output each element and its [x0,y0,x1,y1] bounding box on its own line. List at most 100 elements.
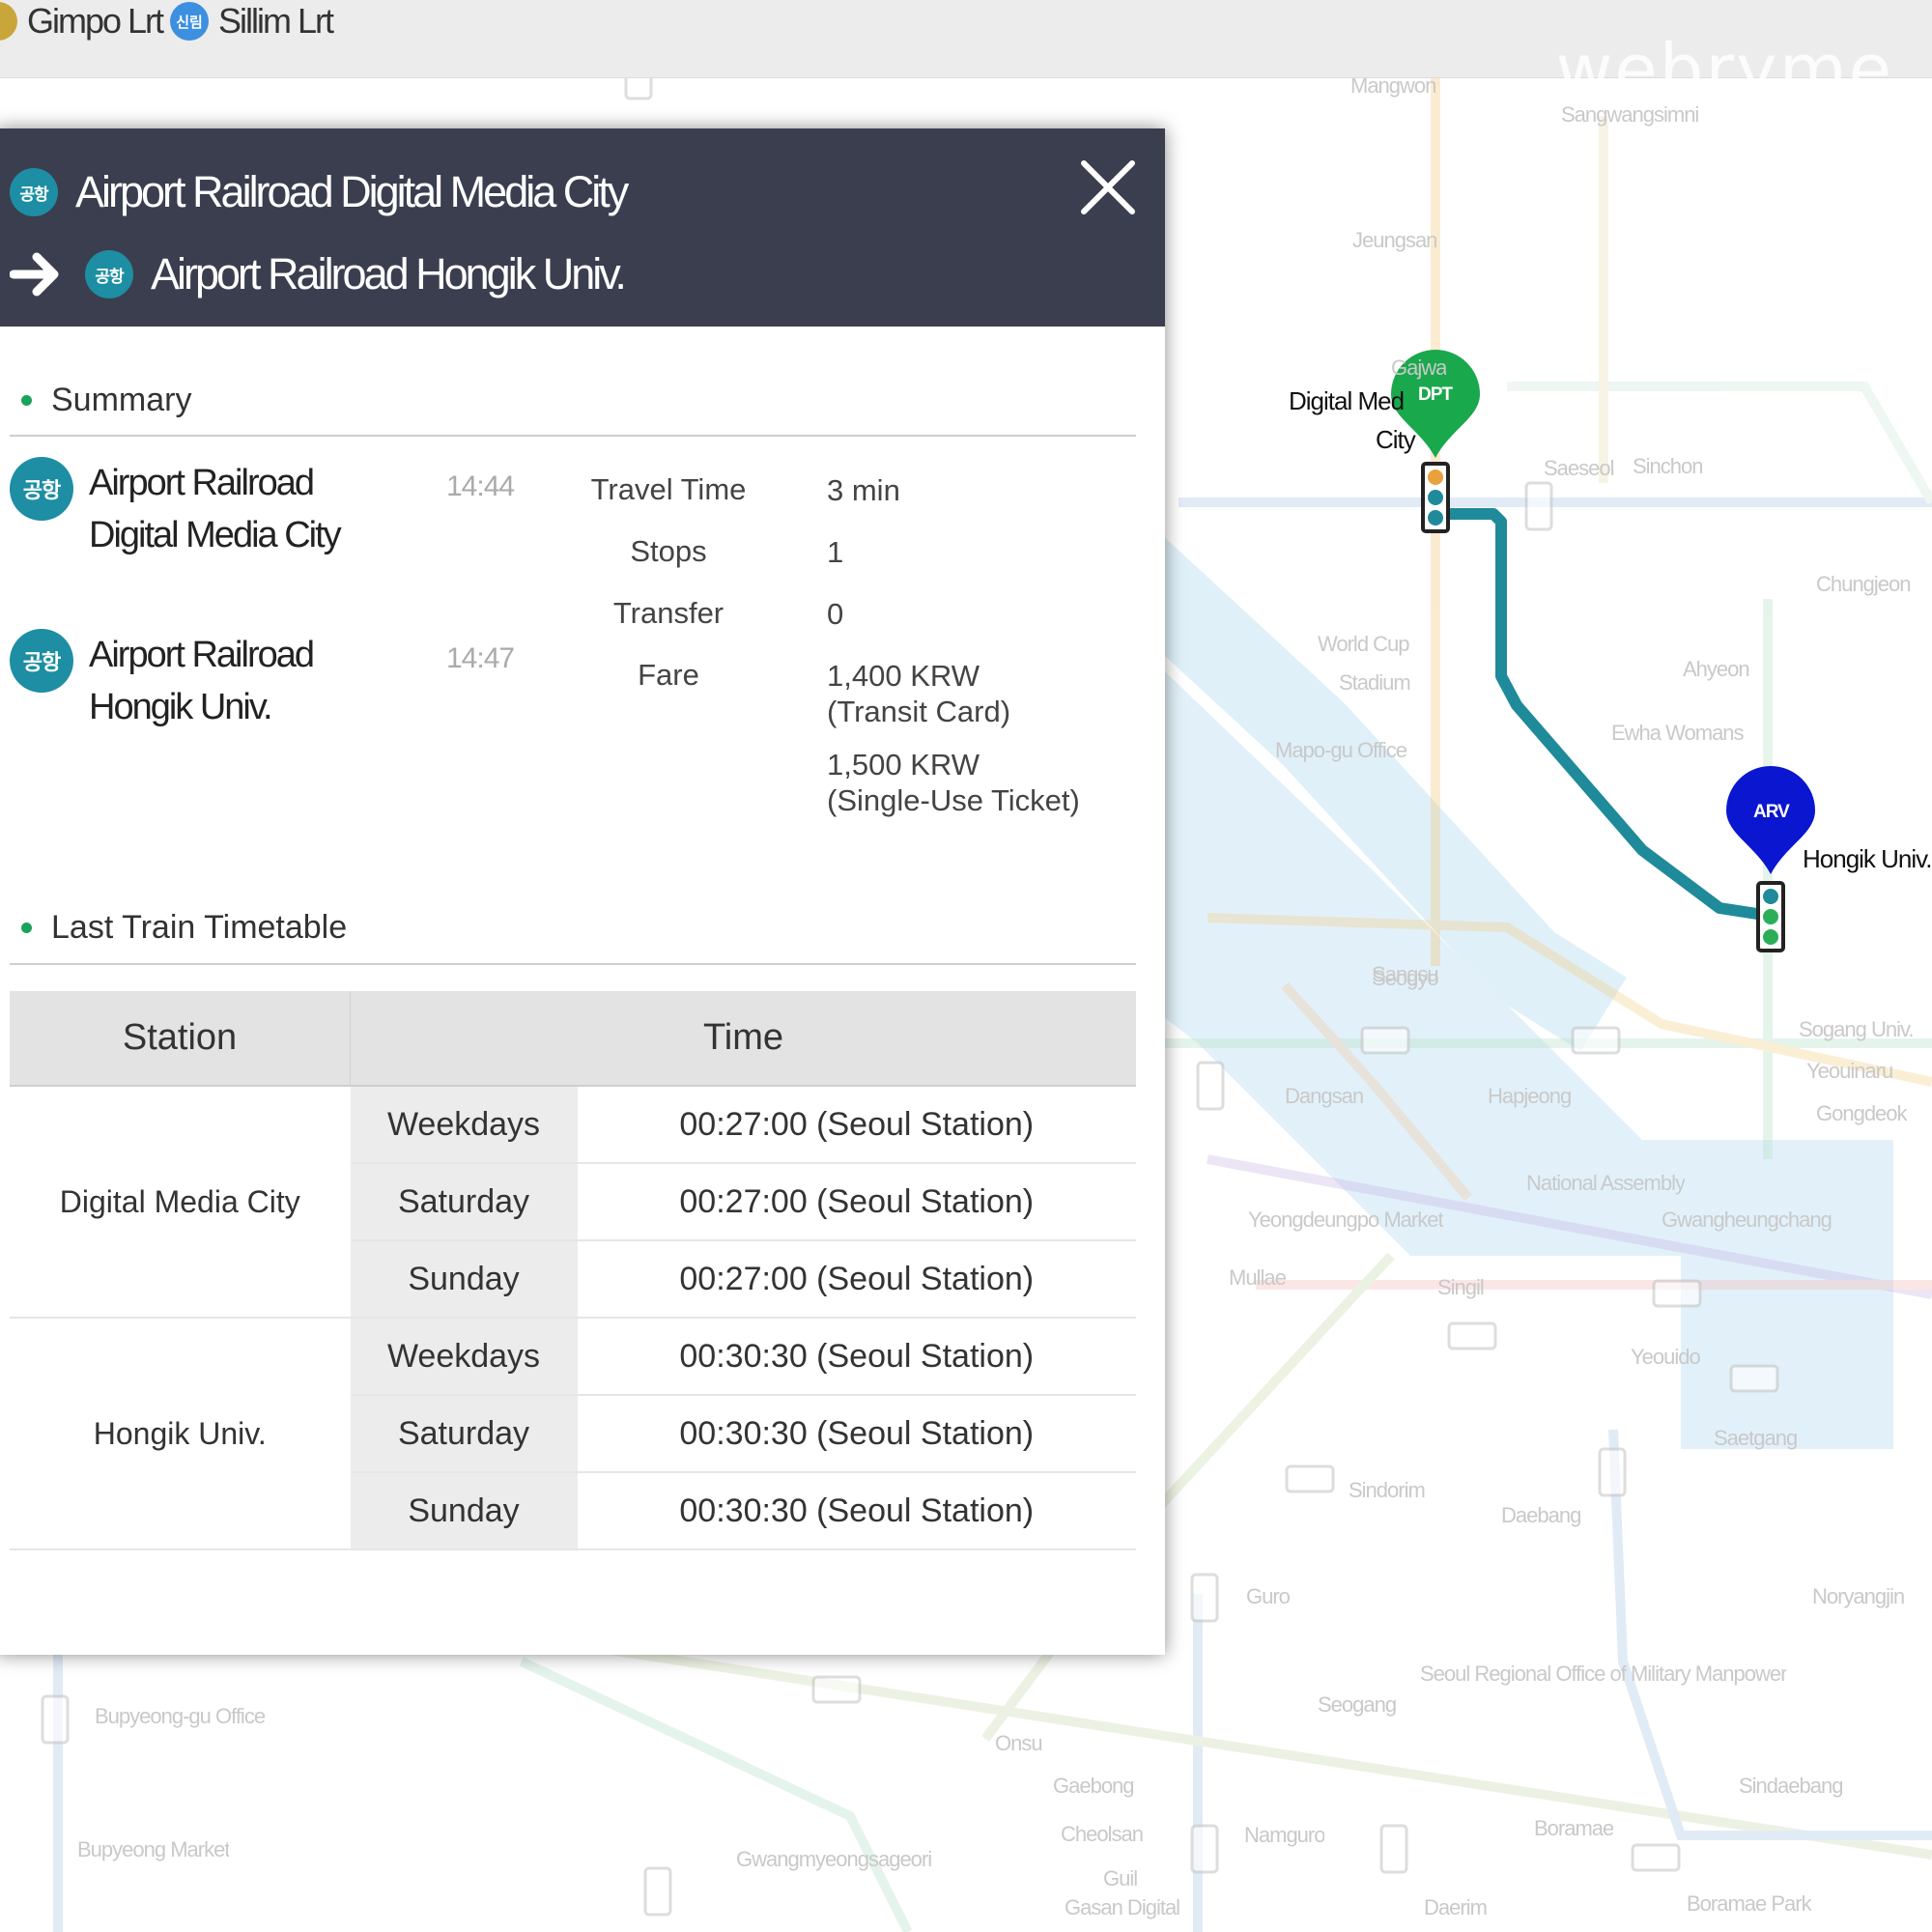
map-station-label[interactable]: Gajwa [1391,355,1446,381]
map-station-label[interactable]: Singil [1437,1275,1484,1300]
map-station-label[interactable]: Saetgang [1714,1426,1797,1451]
map-station-label[interactable]: Gasan Digital [1065,1895,1179,1920]
map-station-label[interactable]: Sindaebang [1739,1774,1842,1799]
legend-label: Sillim Lrt [218,1,334,41]
table-header-row: Station Time [10,991,1136,1087]
map-station-label[interactable]: Bupyeong Market [77,1837,229,1862]
summary-divider [10,435,1136,437]
map-station-label[interactable]: Guro [1246,1584,1290,1609]
legend-label: Gimpo Lrt [27,1,164,41]
map-station-label[interactable]: Mullae [1229,1265,1286,1291]
map-station-label[interactable]: Ahyeon [1683,657,1749,682]
day-cell: Weekdays [350,1318,578,1396]
column-header-time: Time [350,991,1136,1087]
departure-pin-text: DPT [1418,384,1453,405]
map-station-label[interactable]: Seoul Regional Office of Military Manpow… [1420,1662,1786,1687]
gimpo-lrt-icon [0,2,17,41]
map-station-label[interactable]: Sogang Univ. [1799,1017,1913,1042]
fare-transit-card-note: (Transit Card) [827,695,1011,728]
arrival-time: 14:47 [446,642,515,674]
day-cell: Saturday [350,1163,578,1241]
station-name: Hongik Univ. [89,687,273,727]
airport-railroad-icon: 공항 [10,629,73,693]
map-station-label[interactable]: Yeongdeungpo Market [1248,1208,1443,1233]
map-station-label[interactable]: Gongdeok [1816,1101,1907,1126]
travel-time-value: 3 min [827,473,900,507]
day-cell: Saturday [350,1395,578,1473]
map-station-label[interactable]: National Assembly [1526,1171,1685,1196]
day-cell: Weekdays [350,1086,578,1164]
transfer-value: 0 [827,597,844,631]
map-station-label[interactable]: World Cup [1318,632,1409,657]
travel-time-label: Travel Time [590,472,747,506]
destination-station: Airport Railroad Hongik Univ. [151,249,627,298]
departure-time: 14:44 [446,470,515,502]
arrival-pin-text: ARV [1753,802,1790,822]
time-cell: 00:27:00 (Seoul Station) [577,1163,1136,1241]
day-cell: Sunday [350,1472,578,1550]
last-train-table: Station Time Digital Media City Weekdays… [10,991,1136,1550]
departure-station-marker [1421,462,1450,533]
destination-row: 공항 Airport Railroad Hongik Univ. [10,246,627,302]
station-line-name: Airport Railroad [89,463,315,503]
route-info-panel: 공항 Airport Railroad Digital Media City 공… [0,128,1165,1655]
time-cell: 00:30:30 (Seoul Station) [577,1318,1136,1396]
map-station-label[interactable]: Ewha Womans [1611,721,1744,746]
time-cell: 00:27:00 (Seoul Station) [577,1240,1136,1319]
sillim-lrt-icon: 신림 [170,2,209,41]
departure-map-label: Digital Med [1289,386,1405,415]
time-cell: 00:30:30 (Seoul Station) [577,1472,1136,1550]
arrival-map-label: Hongik Univ. [1803,844,1932,873]
panel-header: 공항 Airport Railroad Digital Media City 공… [0,128,1165,327]
summary-station-destination: 공항 Airport Railroad Hongik Univ. [10,629,315,733]
timetable-divider [10,963,1136,965]
map-station-label[interactable]: Sinchon [1633,454,1703,479]
station-name: Digital Media City [89,515,342,555]
origin-row: 공항 Airport Railroad Digital Media City [10,167,629,217]
map-station-label[interactable]: Yeouido [1631,1345,1700,1370]
map-station-label[interactable]: Boramae Park [1687,1891,1811,1917]
table-row: Digital Media City Weekdays 00:27:00 (Se… [10,1086,1136,1319]
station-line-name: Airport Railroad [89,635,315,675]
map-station-label[interactable]: Gwangheungchang [1662,1208,1832,1233]
fare-transit-card: 1,400 KRW [827,659,980,693]
map-station-label[interactable]: Bupyeong-gu Office [95,1704,265,1729]
map-station-label[interactable]: Chungjeon [1816,572,1910,597]
map-station-label[interactable]: Seogyo [1372,966,1438,991]
bullet-icon [21,395,32,406]
stops-value: 1 [827,535,844,569]
map-station-label[interactable]: Dangsan [1285,1084,1363,1109]
map-station-label[interactable]: Gaebong [1053,1774,1134,1799]
map-station-label[interactable]: Seogang [1318,1692,1396,1718]
time-cell: 00:30:30 (Seoul Station) [577,1395,1136,1473]
map-station-label[interactable]: Gwangmyeongsageori [736,1847,931,1872]
map-station-label[interactable]: Guil [1103,1866,1137,1891]
fare-single-use-note: (Single-Use Ticket) [827,783,1080,817]
map-station-label[interactable]: Noryangjin [1812,1584,1904,1609]
fare-value: 1,400 KRW (Transit Card) 1,500 KRW (Sing… [827,658,1080,818]
legend-sillim-lrt[interactable]: 신림 Sillim Lrt [170,0,334,43]
map-station-label[interactable]: Cheolsan [1061,1822,1143,1847]
map-station-label[interactable]: Stadium [1339,670,1410,696]
map-station-label[interactable]: Boramae [1534,1816,1613,1841]
map-station-label[interactable]: Saeseol [1544,456,1614,481]
timetable-title: Last Train Timetable [51,909,348,946]
close-icon[interactable] [1076,156,1140,219]
column-header-station: Station [10,991,351,1087]
watermark: webryme [1555,29,1893,110]
map-station-label[interactable]: Sindorim [1349,1478,1425,1503]
map-station-label[interactable]: Daebang [1501,1503,1580,1528]
summary-title: Summary [51,382,192,418]
map-station-label[interactable]: Hapjeong [1488,1084,1571,1109]
map-station-label[interactable]: Jeungsan [1352,228,1436,253]
map-station-label[interactable]: Namguro [1244,1823,1324,1848]
map-station-label[interactable]: Mapo-gu Office [1275,738,1406,763]
station-cell: Digital Media City [10,1086,351,1319]
legend-gimpo-lrt[interactable]: Gimpo Lrt [0,0,164,43]
airport-railroad-icon: 공항 [10,168,58,216]
time-cell: 00:27:00 (Seoul Station) [577,1086,1136,1164]
summary-heading: Summary [21,382,191,419]
map-station-label[interactable]: Onsu [995,1731,1042,1756]
map-station-label[interactable]: Yeouinaru [1806,1059,1892,1084]
map-station-label[interactable]: Daerim [1424,1895,1487,1920]
